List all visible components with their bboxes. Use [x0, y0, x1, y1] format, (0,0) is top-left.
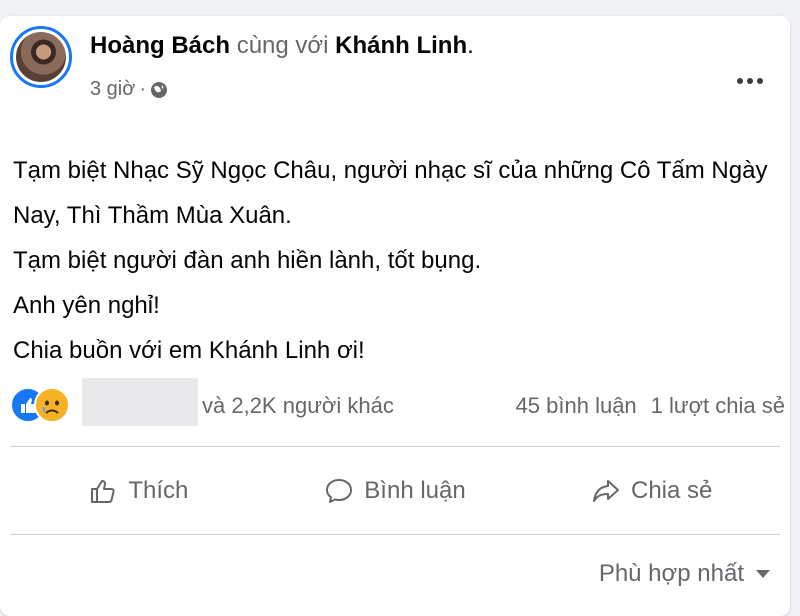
more-dot: [737, 78, 743, 84]
sort-label: Phù hợp nhất: [598, 560, 744, 587]
avatar-photo: [16, 32, 66, 82]
blurred-reactor-name: [82, 378, 198, 426]
meta-dot: ·: [139, 78, 147, 100]
post-text-line: Tạm biệt Nhạc Sỹ Ngọc Châu, người nhạc s…: [13, 157, 768, 184]
like-label: Thích: [128, 477, 189, 504]
share-count-link[interactable]: 1 lượt chia sẻ: [651, 393, 785, 418]
engagement-counts: 45 bình luận 1 lượt chia sẻ: [516, 393, 785, 419]
speech-bubble-icon: [326, 479, 353, 503]
caret-down-icon: [756, 570, 770, 578]
like-button[interactable]: Thích: [10, 450, 267, 532]
reaction-icons[interactable]: [10, 387, 72, 423]
share-label: Chia sẻ: [630, 477, 713, 504]
author-name-link[interactable]: Hoàng Bách: [90, 32, 230, 59]
tagged-name-link[interactable]: Khánh Linh: [335, 32, 467, 59]
more-dot: [757, 78, 763, 84]
share-arrow-icon: [592, 480, 619, 502]
post-time-link[interactable]: 3 giờ: [90, 78, 135, 101]
comment-count-link[interactable]: 45 bình luận: [516, 393, 637, 418]
with-text: cùng với: [236, 32, 329, 59]
post-text-line: Tạm biệt người đàn anh hiền lành, tốt bụ…: [13, 247, 482, 274]
share-button[interactable]: Chia sẻ: [523, 450, 780, 532]
period: .: [467, 32, 474, 59]
author-line: Hoàng Bách cùng với Khánh Linh.: [90, 32, 474, 60]
divider: [10, 534, 780, 535]
post-text-line: Chia buồn với em Khánh Linh ơi!: [13, 337, 365, 364]
more-dot: [747, 78, 753, 84]
globe-icon[interactable]: [150, 81, 168, 99]
more-options-icon[interactable]: [728, 66, 772, 96]
post-content: Tạm biệt Nhạc Sỹ Ngọc Châu, người nhạc s…: [13, 148, 783, 373]
post-header: Hoàng Bách cùng với Khánh Linh. 3 giờ ·: [10, 26, 780, 116]
sad-reaction-icon: [34, 387, 70, 423]
comment-label: Bình luận: [364, 477, 466, 504]
reaction-summary: và 2,2K người khác 45 bình luận 1 lượt ch…: [10, 378, 785, 428]
comment-sort-dropdown[interactable]: Phù hợp nhất: [599, 560, 770, 588]
thumbs-up-icon: [91, 480, 115, 503]
author-avatar[interactable]: [10, 26, 72, 88]
comment-button[interactable]: Bình luận: [267, 450, 524, 532]
reactors-others-link[interactable]: và 2,2K người khác: [202, 393, 394, 419]
post-meta: 3 giờ ·: [90, 78, 168, 101]
divider: [10, 446, 780, 447]
post-text-line: Anh yên nghỉ!: [13, 292, 160, 319]
post-text-line: Nay, Thì Thầm Mùa Xuân.: [13, 202, 292, 229]
post-actions: Thích Bình luận Chia sẻ: [10, 450, 780, 532]
